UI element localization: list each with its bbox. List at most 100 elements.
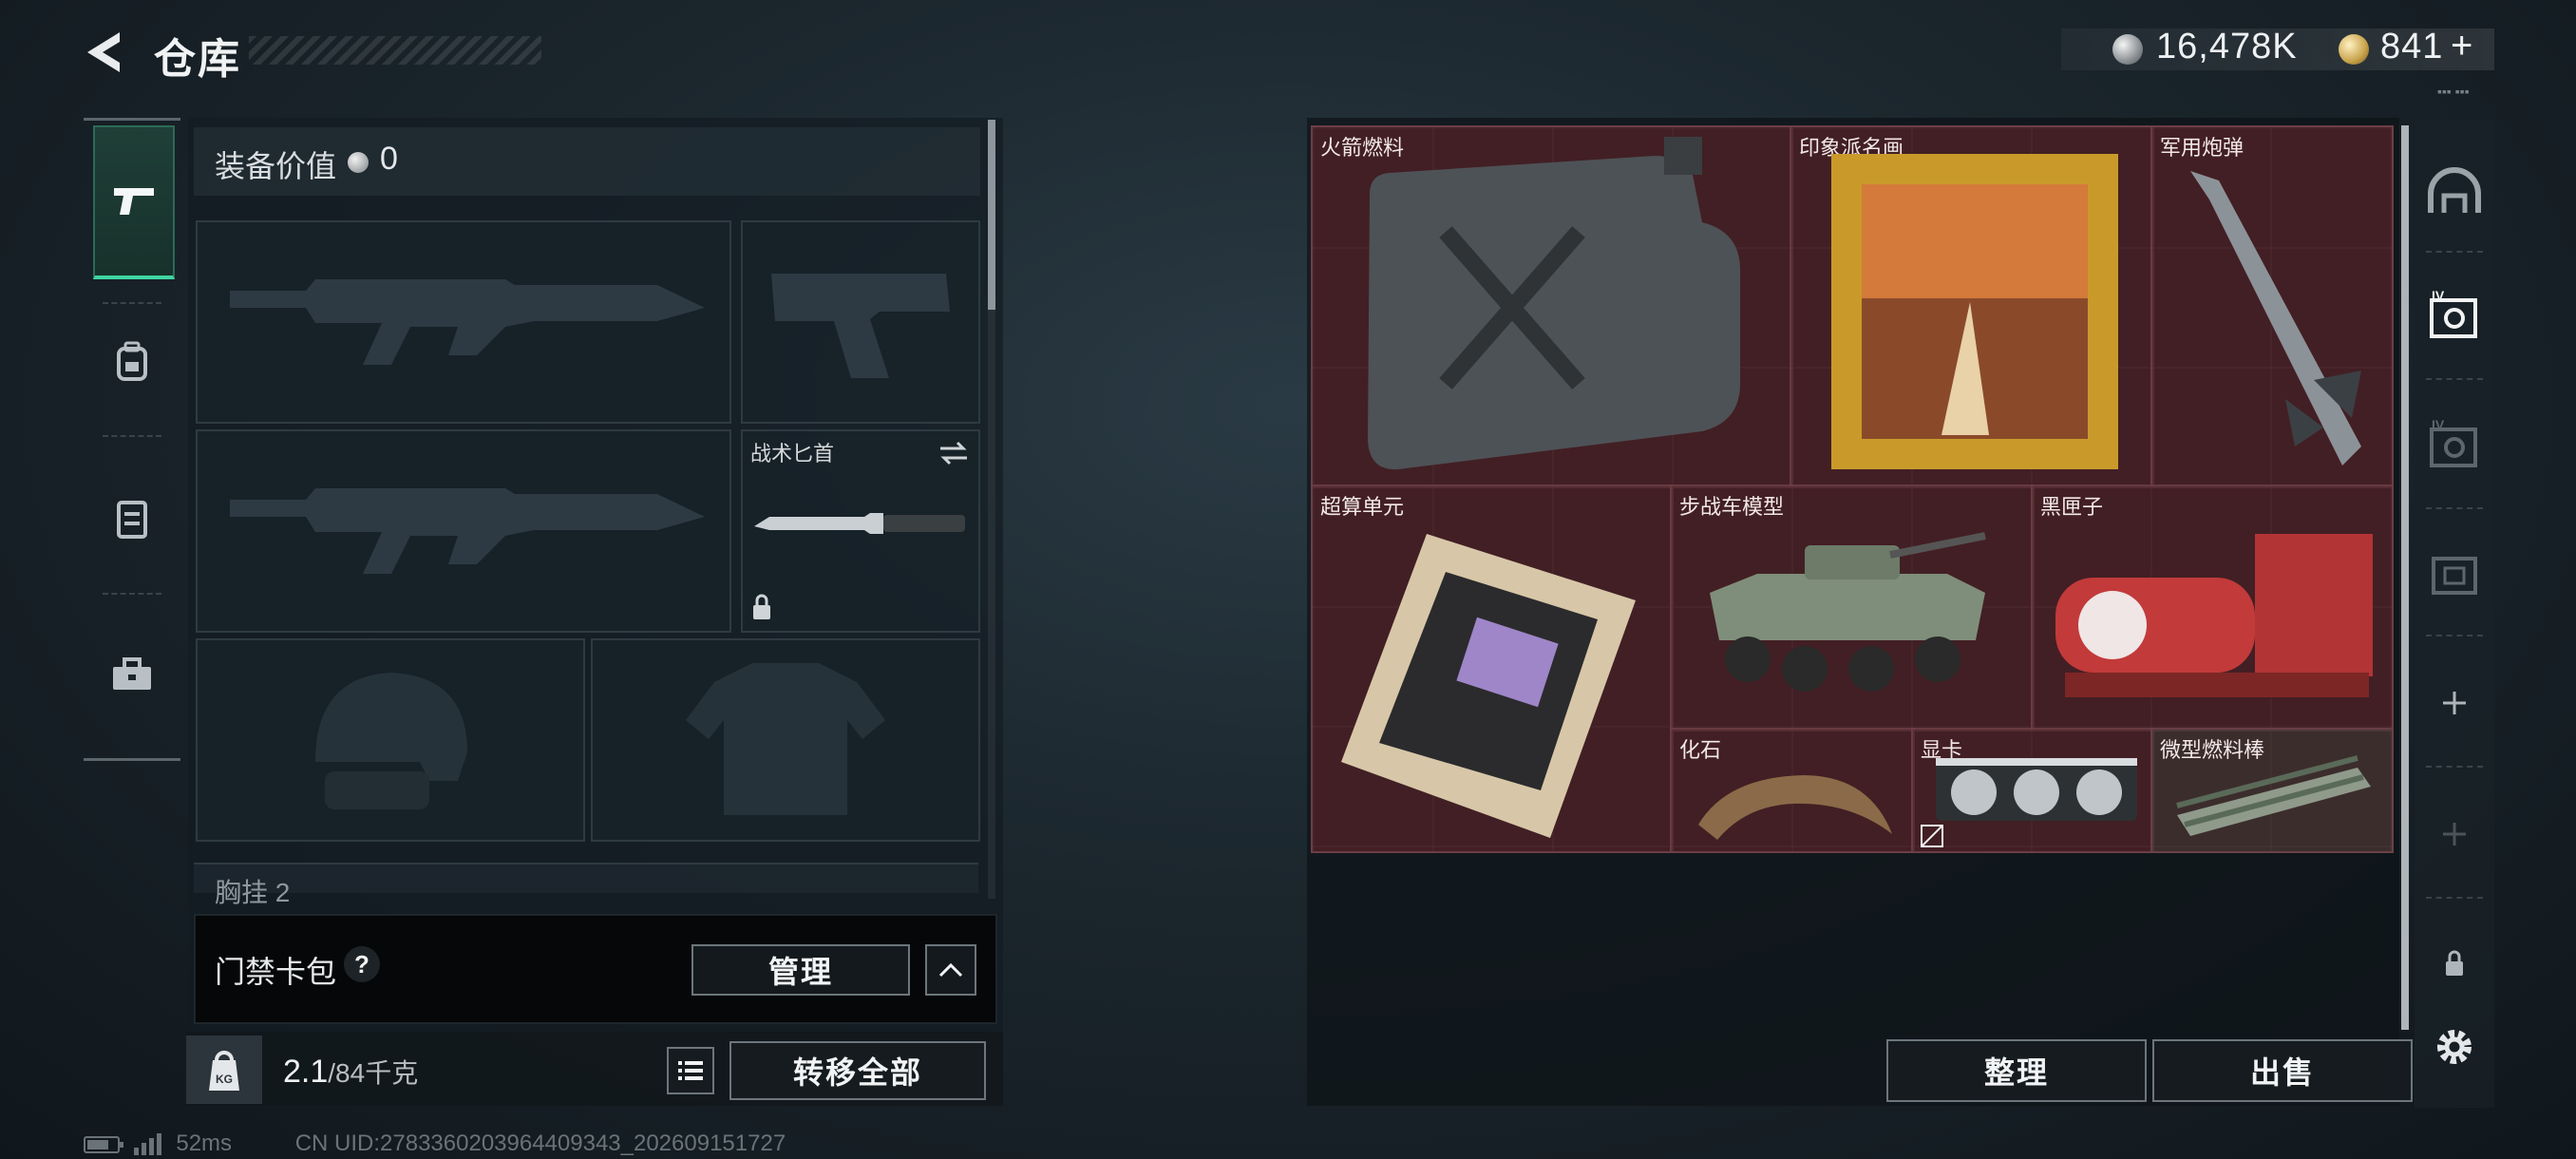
item-label: 军用炮弹	[2160, 136, 2245, 160]
left-rail-bottom-line	[84, 758, 180, 761]
gold-coin-icon	[2339, 34, 2369, 65]
sell-button[interactable]: 出售	[2152, 1039, 2413, 1102]
safe-box-iv-dim-icon: IV	[2430, 420, 2477, 467]
currency-sub-text: ▪▪▪ ▪▪▪	[2437, 84, 2470, 99]
left-rail-top-line	[84, 118, 180, 121]
item-supercomputing-unit[interactable]: 超算单元	[1311, 484, 1674, 853]
ping-text: 52ms	[176, 1130, 233, 1156]
swap-arrows-icon[interactable]	[937, 439, 971, 467]
add-icon	[2443, 692, 2466, 714]
add-storage-button-disabled	[2424, 804, 2485, 864]
pistol-silhouette-icon	[771, 274, 950, 378]
rail-divider	[103, 593, 161, 595]
access-card-pack-label: 门禁卡包	[215, 955, 337, 989]
tab-weapons[interactable]	[93, 125, 175, 279]
uid-text: CN UID:2783360203964409343_202609151727	[294, 1130, 786, 1156]
weight-icon-box: KG	[186, 1036, 262, 1104]
primary-weapon-slot-1[interactable]	[196, 220, 731, 424]
item-black-box[interactable]: 黑匣子	[2031, 484, 2394, 732]
dome-storage-tab[interactable]	[2424, 162, 2485, 222]
help-icon[interactable]: ?	[344, 946, 380, 982]
item-military-shell[interactable]: 军用炮弹	[2150, 125, 2394, 488]
lock-icon	[2446, 950, 2463, 976]
chest-rig-section	[194, 863, 978, 893]
tab-backpack[interactable]	[93, 296, 171, 426]
circuit-board-icon	[1341, 534, 1636, 838]
equipment-scroll-thumb[interactable]	[988, 120, 995, 310]
battery-icon	[84, 1135, 123, 1153]
top-up-button[interactable]: +	[2451, 25, 2472, 67]
tactical-knife-icon	[754, 513, 965, 534]
settings-button[interactable]	[2424, 1016, 2485, 1077]
current-weight: 2.1	[283, 1054, 329, 1090]
body-armor-silhouette-icon	[686, 663, 885, 815]
item-ifv-model[interactable]: 步战车模型	[1670, 484, 2035, 732]
item-rocket-fuel[interactable]: 火箭燃料	[1311, 125, 1793, 488]
manage-button[interactable]: 管理	[691, 944, 910, 996]
item-graphics-card[interactable]: 显卡	[1911, 728, 2154, 853]
tab-chest-rig[interactable]	[93, 454, 171, 583]
toolbox-icon	[113, 657, 151, 690]
status-bar: 52ms CN UID:2783360203964409343_20260915…	[84, 1130, 786, 1157]
item-micro-fuel-rods[interactable]: 微型燃料棒	[2150, 728, 2394, 853]
gun-icon	[114, 188, 154, 215]
safe-box-iv-tab-2[interactable]: IV	[2424, 414, 2485, 475]
expand-collapse-button[interactable]	[925, 944, 976, 996]
rail-divider	[103, 435, 161, 437]
fuel-rods-icon	[2176, 755, 2371, 836]
black-box-icon	[2055, 534, 2373, 697]
armor-slot[interactable]	[591, 638, 980, 842]
list-icon	[678, 1061, 703, 1080]
primary-weapon-slot-2[interactable]	[196, 429, 731, 633]
knife-label: 战术匕首	[750, 442, 835, 466]
sidearm-slot[interactable]	[741, 220, 980, 424]
backpack-icon	[117, 341, 147, 381]
equipment-value-label: 装备价值	[215, 149, 337, 183]
helmet-slot[interactable]	[196, 638, 585, 842]
tab-toolbox[interactable]	[93, 610, 171, 739]
safe-box-iv-tab[interactable]: IV	[2424, 285, 2485, 346]
list-view-button[interactable]	[667, 1047, 714, 1094]
svg-text:IV: IV	[2432, 420, 2445, 432]
jerrycan-icon	[1368, 137, 1740, 470]
lock-icon	[753, 594, 770, 619]
safe-box-iv-icon: IV	[2430, 291, 2477, 338]
transfer-badge-icon	[1921, 825, 1943, 847]
svg-text:IV: IV	[2432, 291, 2445, 303]
graphics-card-icon	[1936, 758, 2137, 821]
safe-box-tab-3[interactable]	[2424, 542, 2485, 602]
rifle-silhouette-icon	[230, 279, 705, 365]
transfer-all-button[interactable]: 转移全部	[729, 1041, 986, 1100]
equipment-value: 0	[380, 141, 398, 177]
rail-divider	[2426, 635, 2483, 636]
secondary-currency-amount: 841	[2380, 27, 2444, 66]
chest-rig-label: 胸挂 2	[215, 878, 291, 907]
primary-currency-amount: 16,478K	[2156, 27, 2298, 66]
value-coin-icon	[348, 152, 369, 173]
item-impressionist-painting[interactable]: 印象派名画	[1790, 125, 2154, 488]
helmet-silhouette-icon	[315, 673, 467, 809]
title-stripe-decoration	[249, 36, 541, 65]
chevron-up-icon	[938, 962, 963, 978]
vest-icon	[117, 501, 147, 539]
silver-coin-icon	[2112, 34, 2143, 65]
rifle-silhouette-icon	[230, 488, 705, 574]
melee-slot[interactable]: 战术匕首	[741, 429, 980, 633]
page-title: 仓库	[154, 36, 241, 83]
locked-storage-slot	[2424, 933, 2485, 994]
kettlebell-weight-icon: KG	[209, 1051, 239, 1091]
rail-divider	[2426, 897, 2483, 899]
safe-box-dim-icon	[2432, 557, 2477, 595]
fossil-claw-icon	[1698, 775, 1892, 840]
add-storage-button[interactable]	[2424, 673, 2485, 733]
rail-divider	[2426, 766, 2483, 768]
settings-gear-icon	[2437, 1030, 2472, 1064]
back-arrow-icon[interactable]	[82, 28, 127, 76]
carry-weight: 2.1/84千克	[283, 1053, 418, 1091]
max-weight: /84千克	[328, 1058, 419, 1088]
sort-button[interactable]: 整理	[1886, 1039, 2147, 1102]
stash-scrollbar[interactable]	[2401, 125, 2409, 1030]
rail-divider	[2426, 378, 2483, 380]
item-fossil[interactable]: 化石	[1670, 728, 1915, 853]
painting-icon	[1831, 154, 2118, 469]
